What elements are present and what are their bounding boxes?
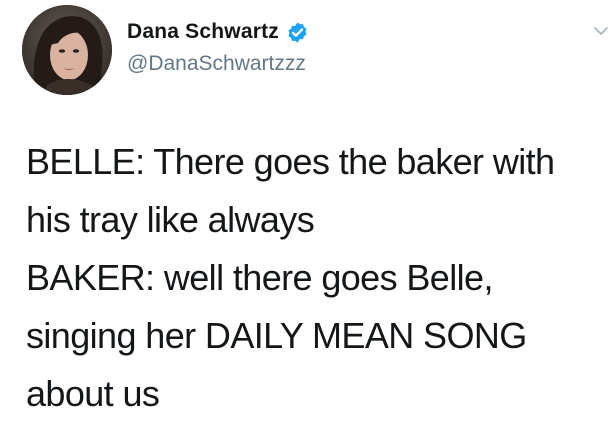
verified-badge-icon: [286, 21, 309, 44]
tweet-card: Dana Schwartz @DanaSchwartzzz BELLE: The…: [0, 0, 610, 422]
author-name-row: Dana Schwartz: [127, 18, 309, 46]
author-display-name[interactable]: Dana Schwartz: [127, 20, 279, 44]
author-handle[interactable]: @DanaSchwartzzz: [127, 52, 306, 76]
tweet-text-line: singing her DAILY MEAN SONG: [26, 315, 527, 356]
chevron-down-icon[interactable]: [593, 24, 609, 38]
author-avatar[interactable]: [22, 5, 112, 95]
tweet-text-line: about us: [26, 373, 160, 414]
profile-photo-icon: [22, 5, 112, 95]
tweet-text-line: BELLE: There goes the baker with: [26, 141, 555, 182]
tweet-text-line: his tray like always: [26, 199, 315, 240]
tweet-text: BELLE: There goes the baker with his tra…: [26, 133, 601, 423]
tweet-text-line: BAKER: well there goes Belle,: [26, 257, 493, 298]
